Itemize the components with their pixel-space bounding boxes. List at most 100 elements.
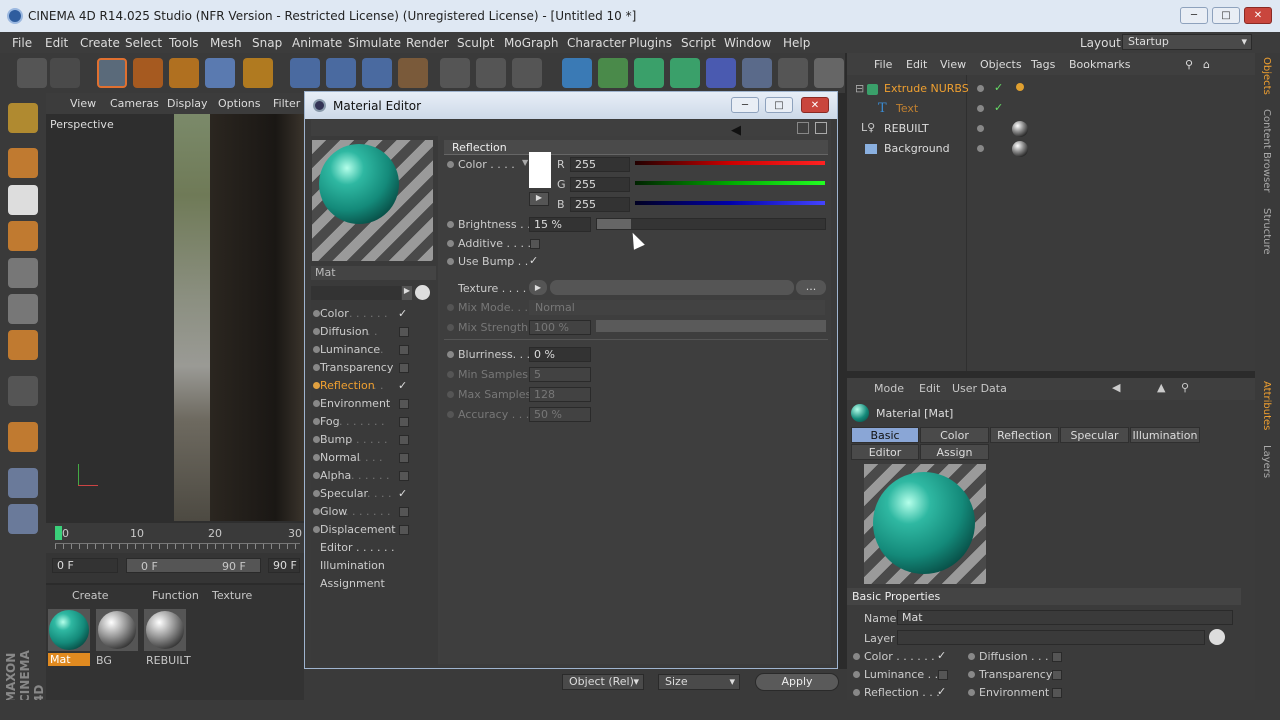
material-search-field[interactable] <box>311 286 401 300</box>
attr-menu-user-data[interactable]: User Data <box>952 382 1007 395</box>
prop-transparency-checkbox[interactable] <box>1052 670 1062 680</box>
layer-field[interactable] <box>897 630 1205 645</box>
brightness-field[interactable]: 15 % <box>529 217 591 232</box>
mix-mode-select[interactable]: Normal <box>529 300 825 315</box>
red-value-field[interactable]: 255 <box>570 157 630 172</box>
undo-icon[interactable] <box>17 58 47 88</box>
maximize-button[interactable]: □ <box>1212 7 1240 24</box>
material-editor-titlebar[interactable]: Material Editor ─ □ ✕ <box>305 92 837 119</box>
current-frame-field[interactable]: 0 F <box>52 558 118 573</box>
end-frame-field[interactable]: 90 F <box>268 558 300 573</box>
blue-slider[interactable] <box>635 201 825 205</box>
axis-mode-icon[interactable] <box>8 376 38 406</box>
channel-item-color[interactable]: Color . . . . . . ✓ <box>311 305 438 323</box>
material-name-field[interactable]: Mat <box>311 266 436 280</box>
menu-render[interactable]: Render <box>406 36 449 50</box>
prop-environment-checkbox[interactable] <box>1052 688 1062 698</box>
menu-edit[interactable]: Edit <box>45 36 68 50</box>
menu-simulate[interactable]: Simulate <box>348 36 401 50</box>
me-maximize-button[interactable]: □ <box>765 97 793 113</box>
tab-assign[interactable]: Assign <box>920 444 989 460</box>
tab-reflection[interactable]: Reflection <box>990 427 1059 443</box>
texture-arrow-icon[interactable]: ▶ <box>529 280 547 295</box>
side-tab-objects[interactable]: Objects <box>1261 57 1272 95</box>
frame-range-slider[interactable]: 0 F 90 F <box>126 558 261 573</box>
mix-strength-slider[interactable] <box>596 320 826 332</box>
menu-create[interactable]: Create <box>80 36 120 50</box>
x-axis-icon[interactable] <box>290 58 320 88</box>
channel-item-reflection[interactable]: Reflection . . ✓ <box>311 377 438 395</box>
up-arrow-icon[interactable]: ▲ <box>1157 381 1165 394</box>
magnet-icon[interactable] <box>8 422 38 452</box>
use-bump-checkmark-icon[interactable]: ✓ <box>529 254 538 267</box>
name-field[interactable]: Mat <box>897 610 1233 625</box>
channel-item-specular[interactable]: Specular . . . . ✓ <box>311 485 438 503</box>
render-settings-icon[interactable] <box>512 58 542 88</box>
material-thumb-mat[interactable] <box>48 609 90 651</box>
menu-select[interactable]: Select <box>125 36 162 50</box>
blurriness-field[interactable]: 0 % <box>529 347 591 362</box>
menu-help[interactable]: Help <box>783 36 810 50</box>
channel-item-bump[interactable]: Bump . . . . . . <box>311 431 438 449</box>
brightness-slider[interactable] <box>596 218 826 230</box>
om-menu-tags[interactable]: Tags <box>1031 58 1055 71</box>
layout-select[interactable]: Startup ▾ <box>1122 34 1252 50</box>
accuracy-field[interactable]: 50 % <box>529 407 591 422</box>
menu-snap[interactable]: Snap <box>252 36 282 50</box>
tab-basic[interactable]: Basic <box>851 427 919 443</box>
me-close-button[interactable]: ✕ <box>801 97 829 113</box>
additive-checkbox[interactable] <box>530 239 540 249</box>
material-tag-icon[interactable] <box>1012 121 1028 137</box>
cube-icon[interactable] <box>562 58 592 88</box>
make-editable-icon[interactable] <box>8 103 38 133</box>
channel-item-displacement[interactable]: Displacement <box>311 521 438 539</box>
max-samples-field[interactable]: 128 <box>529 387 591 402</box>
points-mode-icon[interactable] <box>8 258 38 288</box>
me-minimize-button[interactable]: ─ <box>731 97 759 113</box>
light-icon[interactable] <box>814 58 844 88</box>
channel-item-illumination[interactable]: Illumination <box>320 559 385 572</box>
blue-value-field[interactable]: 255 <box>570 197 630 212</box>
picker-icon[interactable] <box>1209 629 1225 645</box>
minimize-button[interactable]: ─ <box>1180 7 1208 24</box>
coordinate-mode-select[interactable]: Object (Rel) ▾ <box>562 674 644 690</box>
object-row-text[interactable]: T Text ✓ <box>853 101 1253 119</box>
workplane-icon[interactable] <box>8 221 38 251</box>
render-view-icon[interactable] <box>440 58 470 88</box>
floor-icon[interactable] <box>742 58 772 88</box>
play-arrow-icon[interactable]: ▶ <box>402 286 412 300</box>
side-tab-content-browser[interactable]: Content Browser <box>1261 109 1272 192</box>
search-icon[interactable]: ⚲ <box>1185 58 1193 71</box>
tab-color[interactable]: Color <box>920 427 989 443</box>
y-axis-icon[interactable] <box>326 58 356 88</box>
attr-menu-edit[interactable]: Edit <box>919 382 940 395</box>
texture-browse-button[interactable]: ... <box>796 280 826 295</box>
channel-item-diffusion[interactable]: Diffusion . . <box>311 323 438 341</box>
green-slider[interactable] <box>635 181 825 185</box>
matmgr-menu-function[interactable]: Function <box>152 589 199 602</box>
lock-grid-icon[interactable] <box>8 504 38 534</box>
z-axis-icon[interactable] <box>362 58 392 88</box>
nurbs-icon[interactable] <box>634 58 664 88</box>
red-slider[interactable] <box>635 161 825 165</box>
material-thumb-bg[interactable] <box>96 609 138 651</box>
attr-menu-mode[interactable]: Mode <box>874 382 904 395</box>
snap-grid-icon[interactable] <box>8 468 38 498</box>
channel-item-assignment[interactable]: Assignment <box>320 577 385 590</box>
om-menu-view[interactable]: View <box>940 58 966 71</box>
om-menu-edit[interactable]: Edit <box>906 58 927 71</box>
tab-editor[interactable]: Editor <box>851 444 919 460</box>
apply-button[interactable]: Apply <box>755 673 839 691</box>
object-row-background[interactable]: Background <box>853 141 1253 159</box>
side-tab-attributes[interactable]: Attributes <box>1261 381 1272 430</box>
phong-tag-icon[interactable] <box>1016 83 1024 91</box>
material-thumb-rebuilt[interactable] <box>144 609 186 651</box>
deformer-icon[interactable] <box>706 58 736 88</box>
color-swatch[interactable] <box>529 152 551 188</box>
prop-luminance-checkbox[interactable] <box>938 670 948 680</box>
texture-slot[interactable] <box>550 280 794 295</box>
channel-item-environment[interactable]: Environment <box>311 395 438 413</box>
material-preview[interactable] <box>312 140 433 261</box>
matmgr-menu-create[interactable]: Create <box>72 589 109 602</box>
channel-item-transparency[interactable]: Transparency <box>311 359 438 377</box>
